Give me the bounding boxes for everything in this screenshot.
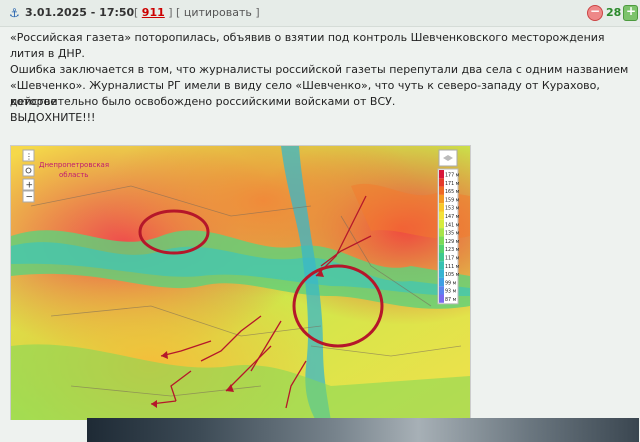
locate-button[interactable] xyxy=(22,164,35,177)
legend-swatch xyxy=(439,228,444,237)
legend-label: 111 м xyxy=(445,264,460,270)
legend-swatch xyxy=(439,253,444,262)
legend-swatch xyxy=(439,236,444,245)
legend-label: 99 м xyxy=(445,280,457,286)
legend-label: 171 м xyxy=(445,181,460,187)
thumbs-up-icon[interactable]: + xyxy=(623,4,638,21)
next-post-photo xyxy=(87,418,639,442)
legend-label: 141 м xyxy=(445,222,460,228)
post-date: 3.01.2025 - 17:50 xyxy=(25,6,135,19)
legend-swatch xyxy=(439,178,444,187)
rating-count: 28 xyxy=(606,6,622,19)
legend-label: 117 м xyxy=(445,256,460,262)
post-number-link[interactable]: 911 xyxy=(142,6,165,19)
legend-label: 147 м xyxy=(445,214,460,220)
legend-swatch xyxy=(439,194,444,204)
anchor-icon[interactable]: ⚓ xyxy=(9,6,20,20)
paragraph-2-line-1: Ошибка заключается в том, что журналисты… xyxy=(10,63,629,76)
zoom-out-label: − xyxy=(26,193,34,203)
svg-text:⋮: ⋮ xyxy=(25,152,33,161)
elevation-map-image[interactable]: Днепропетровская область ⋮ + − 177 м 171 … xyxy=(10,145,471,422)
paragraph-2-line-3: действительно было освобождено российски… xyxy=(10,95,396,108)
legend-label: 159 м xyxy=(445,197,460,203)
quote-link[interactable]: цитировать xyxy=(184,6,252,19)
legend-swatch xyxy=(439,294,444,303)
legend-swatch xyxy=(439,277,444,287)
legend-label: 129 м xyxy=(445,239,460,245)
paragraph-3: ВЫДОХНИТЕ!!! xyxy=(10,111,96,124)
post-header: ⚓ 3.01.2025 - 17:50 [ 911 ] [ цитировать… xyxy=(0,0,640,27)
region-label-line-1: Днепропетровская xyxy=(39,161,109,169)
legend-label: 105 м xyxy=(445,272,460,278)
legend-swatch xyxy=(439,244,444,253)
legend-swatch xyxy=(439,186,444,195)
legend-swatch xyxy=(439,269,444,278)
legend-swatch xyxy=(439,211,444,220)
legend-label: 165 м xyxy=(445,189,460,195)
legend-swatch xyxy=(439,286,444,295)
region-label-line-2: область xyxy=(59,171,88,179)
legend-label: 123 м xyxy=(445,247,460,253)
legend-swatch xyxy=(439,261,444,270)
legend-label: 93 м xyxy=(445,289,457,295)
legend-swatch xyxy=(439,203,444,212)
legend-label: 87 м xyxy=(445,297,457,303)
zoom-in-label: + xyxy=(26,181,34,191)
legend-swatch xyxy=(439,219,444,229)
post-id-box: [ 911 ] [ цитировать ] xyxy=(134,6,260,19)
elevation-map-svg: Днепропетровская область ⋮ + − 177 м 171 … xyxy=(11,146,470,421)
legend-label: 177 м xyxy=(445,173,460,179)
elevation-legend: 177 м 171 м 165 м 159 м 153 м 147 м 141 м 135 м… xyxy=(437,168,460,305)
paragraph-1: «Российская газета» поторопилась, объяви… xyxy=(10,31,605,60)
legend-swatch xyxy=(439,170,444,179)
thumbs-down-icon[interactable]: − xyxy=(587,4,603,21)
legend-label: 135 м xyxy=(445,231,460,237)
legend-label: 153 м xyxy=(445,206,460,212)
